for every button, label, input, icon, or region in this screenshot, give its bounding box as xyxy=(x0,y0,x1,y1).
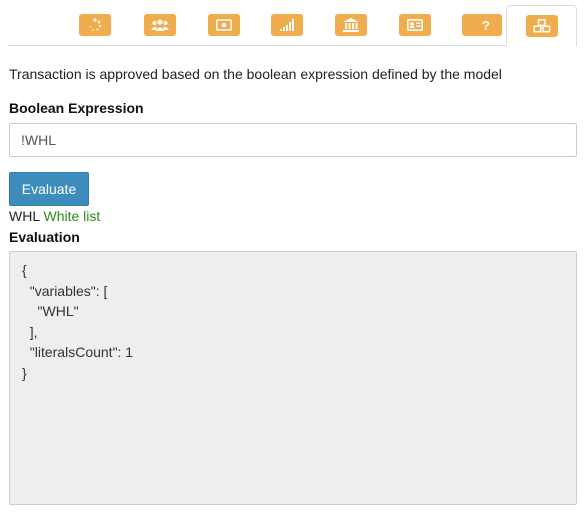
tab-divider xyxy=(8,45,577,46)
tab-bank[interactable] xyxy=(320,5,382,45)
money-icon xyxy=(208,14,240,36)
id-card-icon xyxy=(399,14,431,36)
users-icon xyxy=(144,14,176,36)
variable-name: WHL xyxy=(9,208,40,224)
signal-icon xyxy=(271,14,303,36)
variable-description: White list xyxy=(43,208,101,224)
evaluation-result: { "variables": [ "WHL" ], "literalsCount… xyxy=(22,262,134,381)
tab-money[interactable] xyxy=(193,5,255,45)
evaluate-button[interactable]: Evaluate xyxy=(9,172,89,206)
spinner-icon xyxy=(79,14,111,36)
evaluation-result-box: { "variables": [ "WHL" ], "literalsCount… xyxy=(9,251,577,505)
tab-bar: ? xyxy=(0,0,584,47)
bank-icon xyxy=(335,14,367,36)
description-text: Transaction is approved based on the boo… xyxy=(9,66,502,82)
boolean-expression-input[interactable] xyxy=(9,123,577,157)
evaluation-label: Evaluation xyxy=(9,229,80,245)
tab-signal[interactable] xyxy=(256,5,318,45)
variable-line: WHL White list xyxy=(9,208,100,224)
tab-spinner[interactable] xyxy=(64,5,126,45)
tab-cubes[interactable] xyxy=(506,5,577,47)
svg-text:?: ? xyxy=(482,18,490,32)
expression-label: Boolean Expression xyxy=(9,100,144,116)
question-icon: ? xyxy=(470,14,502,36)
tab-id-card[interactable] xyxy=(384,5,446,45)
tab-users[interactable] xyxy=(129,5,191,45)
cubes-icon xyxy=(525,15,558,37)
